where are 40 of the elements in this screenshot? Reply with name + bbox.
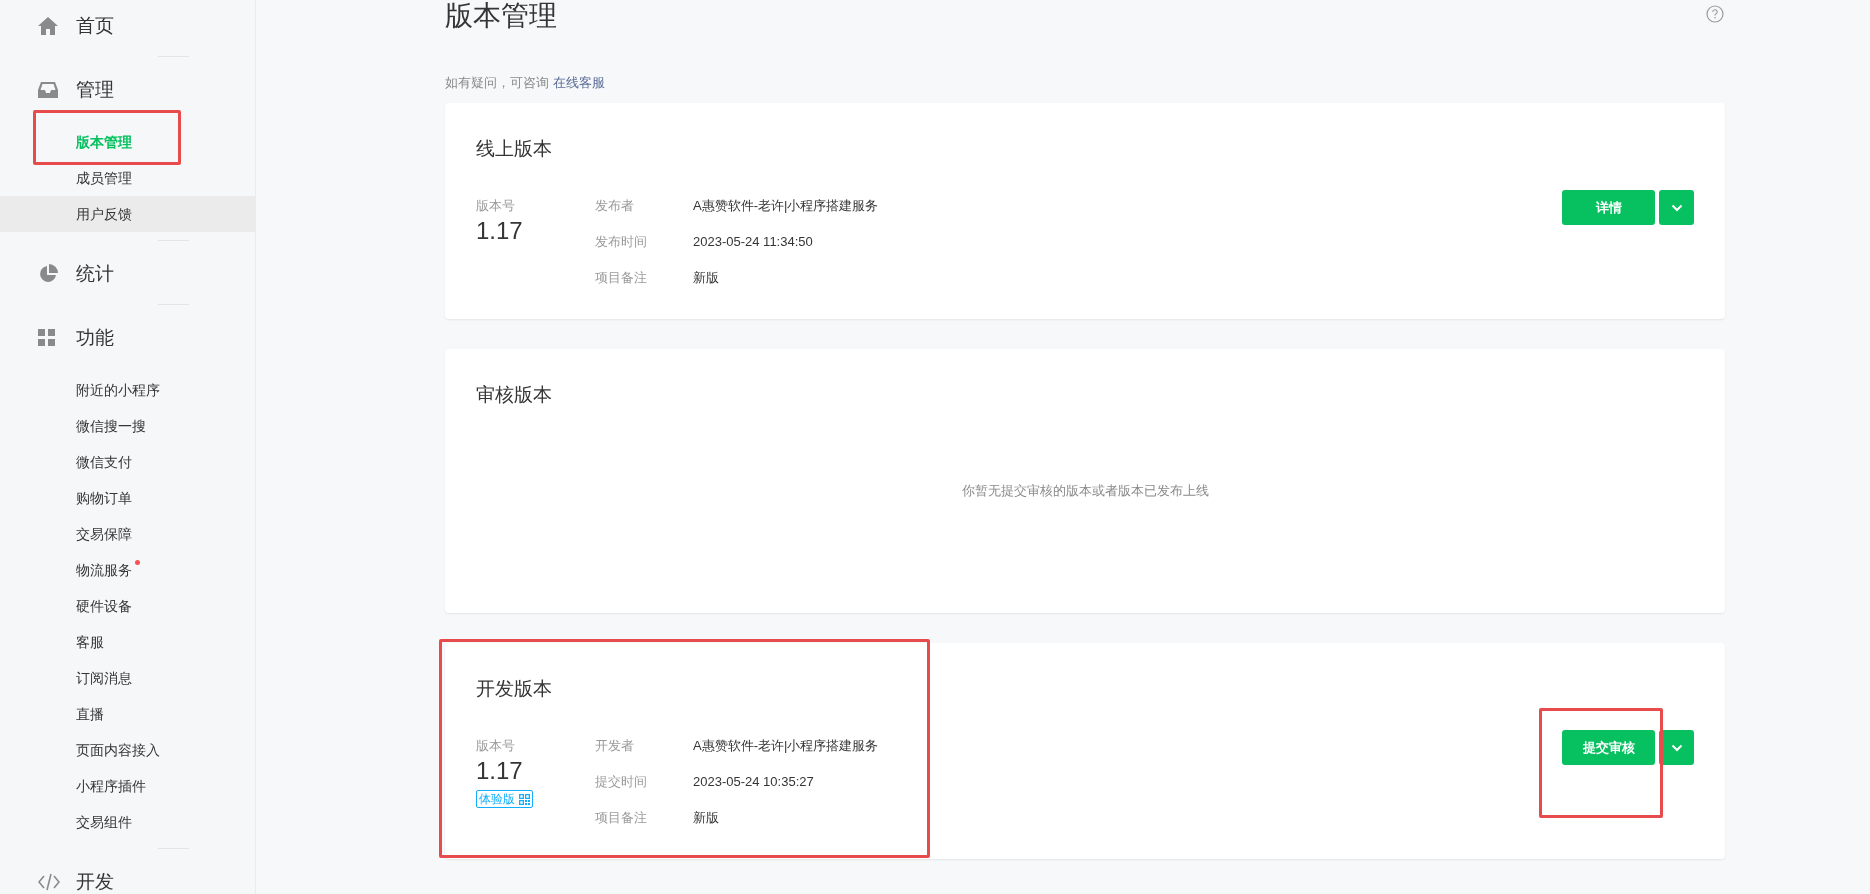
chevron-down-icon bbox=[1670, 743, 1683, 752]
field-value: 2023-05-24 11:34:50 bbox=[693, 233, 813, 252]
home-icon bbox=[38, 17, 58, 35]
dropdown-button[interactable] bbox=[1659, 730, 1694, 765]
pie-chart-icon bbox=[38, 264, 58, 284]
field-label: 开发者 bbox=[595, 737, 635, 756]
qr-code-icon bbox=[519, 793, 530, 805]
chevron-down-icon bbox=[1670, 203, 1683, 212]
card-title: 线上版本 bbox=[476, 137, 553, 161]
field-label: 提交时间 bbox=[595, 773, 648, 792]
field-label: 项目备注 bbox=[595, 269, 648, 288]
card-title: 审核版本 bbox=[476, 383, 553, 407]
field-value: 2023-05-24 10:35:27 bbox=[693, 773, 814, 792]
dropdown-button[interactable] bbox=[1659, 190, 1694, 225]
field-value: 新版 bbox=[693, 809, 719, 828]
version-label: 版本号 bbox=[476, 737, 516, 756]
tray-icon bbox=[38, 81, 58, 99]
page-title: 版本管理 bbox=[445, 0, 557, 32]
version-label: 版本号 bbox=[476, 197, 516, 216]
nav-group-label[interactable]: 首页 bbox=[76, 11, 114, 41]
help-hint: 如有疑问，可咨询 bbox=[445, 74, 549, 93]
version-number: 1.17 bbox=[476, 218, 524, 244]
code-icon bbox=[38, 873, 60, 891]
nav-group-label[interactable]: 统计 bbox=[76, 259, 114, 289]
nav-group-label[interactable]: 开发 bbox=[76, 867, 114, 894]
field-label: 发布时间 bbox=[595, 233, 648, 252]
field-value: A惠赞软件-老许|小程序搭建服务 bbox=[693, 197, 879, 216]
grid-icon bbox=[38, 329, 56, 347]
help-icon[interactable] bbox=[1706, 5, 1724, 23]
card-title: 开发版本 bbox=[476, 677, 553, 701]
version-number: 1.17 bbox=[476, 758, 524, 784]
field-label: 发布者 bbox=[595, 197, 635, 216]
empty-message: 你暂无提交审核的版本或者版本已发布上线 bbox=[961, 481, 1209, 500]
nav-group-label[interactable]: 管理 bbox=[76, 75, 114, 105]
nav-group-label[interactable]: 功能 bbox=[76, 323, 114, 353]
field-value: A惠赞软件-老许|小程序搭建服务 bbox=[693, 737, 879, 756]
field-value: 新版 bbox=[693, 269, 719, 288]
online-support-link[interactable]: 在线客服 bbox=[553, 73, 605, 93]
nav-item[interactable]: 用户反馈 bbox=[0, 196, 255, 232]
field-label: 项目备注 bbox=[595, 809, 648, 828]
